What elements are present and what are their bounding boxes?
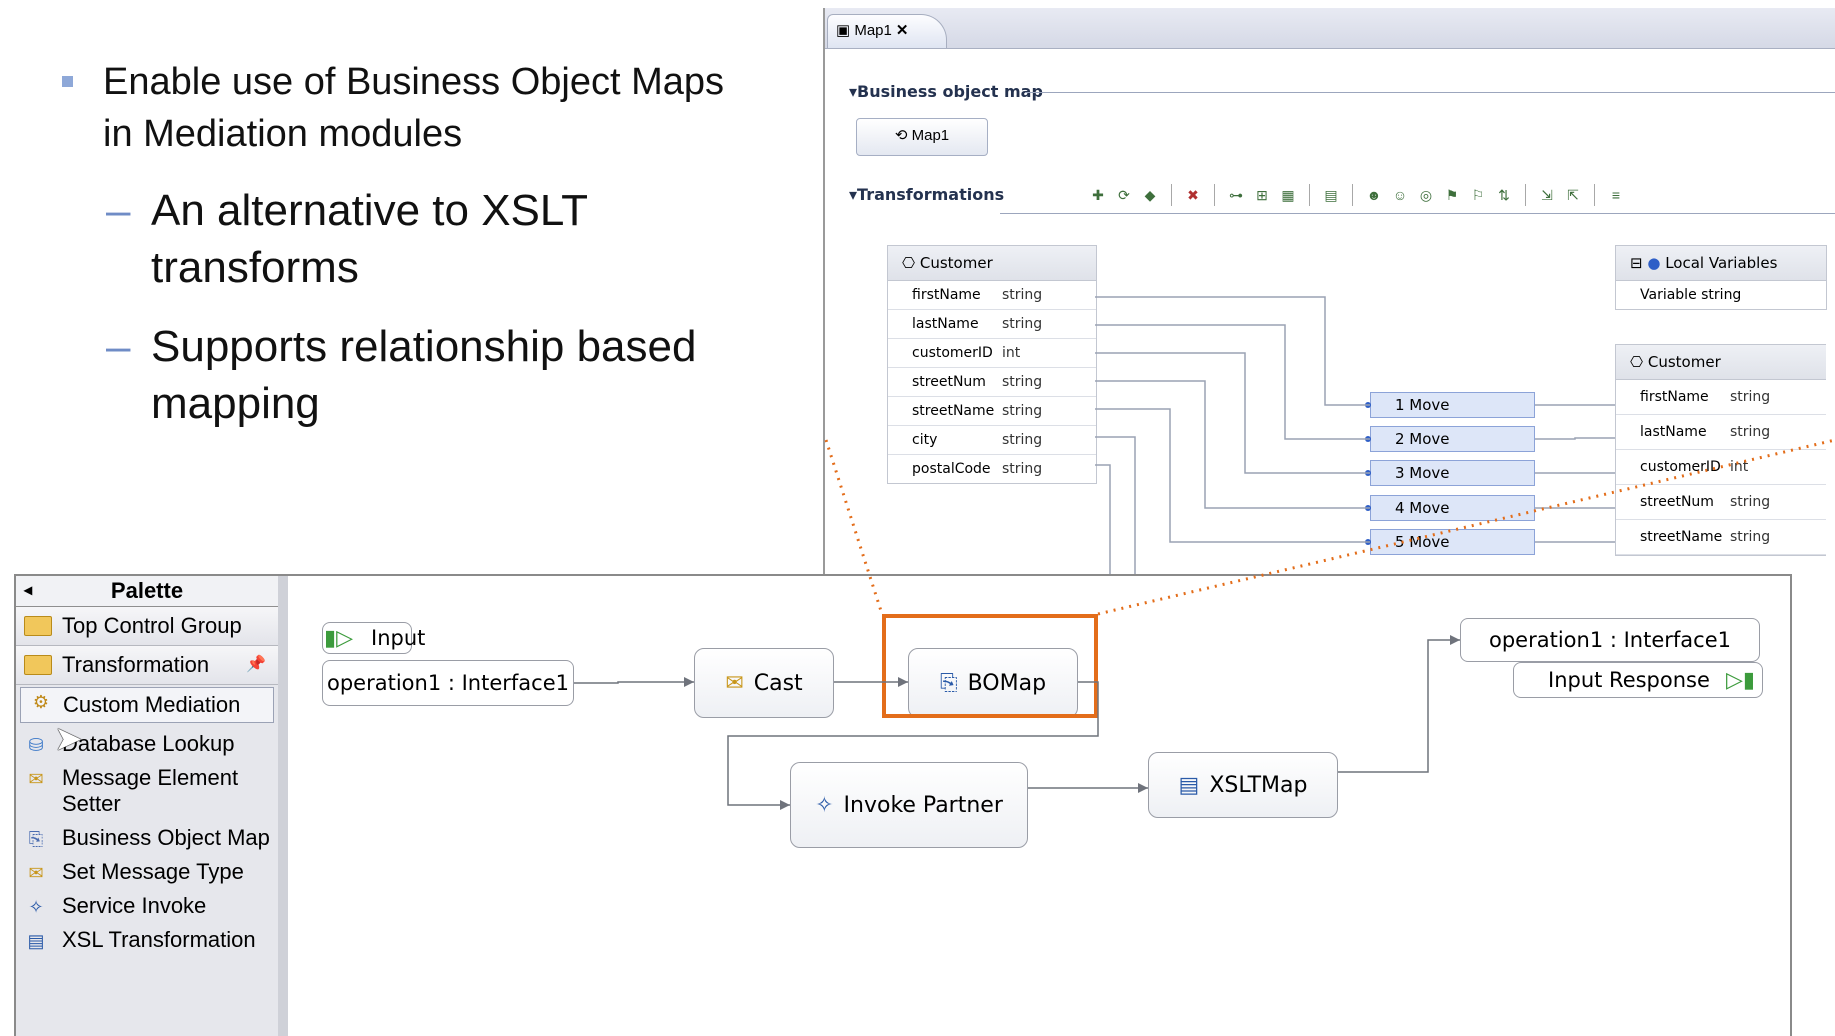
palette-item-label: Database Lookup: [62, 731, 235, 756]
palette-item-label: XSL Transformation: [62, 927, 256, 952]
bullet-main: Enable use of Business Object Maps in Me…: [58, 56, 738, 160]
palette-item-service-invoke[interactable]: ✧ Service Invoke: [16, 893, 278, 919]
sub-bullet: – Supports relationship based mapping: [106, 322, 697, 428]
collapse-arrow-icon[interactable]: ◂: [24, 576, 32, 606]
palette-group-transformation[interactable]: Transformation 📌: [16, 646, 278, 685]
folder-icon: [24, 655, 52, 675]
map-editor-window: ▣ Map1 ✕ ▾Business object map ⟲ Map1 ▾Tra…: [823, 8, 1835, 574]
sub-bullet-text: An alternative to XSLT transforms: [151, 186, 588, 292]
gears-icon: ⚙: [32, 692, 50, 712]
palette-panel: ◂ Palette Top Control Group Transformatio…: [16, 576, 288, 1036]
palette-item-label: Set Message Type: [62, 859, 244, 884]
mouse-cursor-icon: ➤: [54, 720, 83, 758]
bullet-marker: [62, 76, 73, 87]
flow-canvas[interactable]: Input ▮▷ operation1 : Interface1 ✉ Cast ⎘…: [288, 576, 1790, 1036]
map-connections: [1095, 296, 1615, 574]
service-invoke-icon: ✧: [28, 897, 44, 917]
palette-item-set-message-type[interactable]: ✉ Set Message Type: [16, 859, 278, 885]
flow-connections: [574, 635, 1460, 810]
bullet-text: Enable use of Business Object Maps in Me…: [103, 61, 725, 155]
envelope-icon: ✉: [28, 769, 44, 789]
map-icon: ⎘: [28, 829, 44, 849]
palette-group-label: Top Control Group: [62, 613, 242, 638]
database-icon: ⛁: [28, 735, 44, 755]
palette-group-label: Transformation: [62, 652, 210, 677]
mediation-flow-editor: ◂ Palette Top Control Group Transformatio…: [14, 574, 1792, 1036]
palette-item-label: Message Element Setter: [62, 765, 239, 816]
palette-item-label: Service Invoke: [62, 893, 207, 918]
palette-item-label: Custom Mediation: [63, 692, 241, 717]
slide-bullets: Enable use of Business Object Maps in Me…: [58, 56, 738, 432]
sub-bullet: – An alternative to XSLT transforms: [106, 186, 588, 292]
sub-bullet-text: Supports relationship based mapping: [151, 322, 697, 428]
palette-item-xsl-transformation[interactable]: ▤ XSL Transformation: [16, 927, 278, 953]
message-type-icon: ✉: [28, 863, 44, 883]
palette-header: ◂ Palette: [16, 576, 278, 607]
xsl-icon: ▤: [27, 931, 45, 951]
palette-item-label: Business Object Map: [62, 825, 270, 850]
folder-icon: [24, 616, 52, 636]
palette-group-top-control[interactable]: Top Control Group: [16, 607, 278, 646]
palette-title: Palette: [110, 578, 184, 603]
palette-item-message-element-setter[interactable]: ✉ Message Element Setter: [16, 765, 278, 817]
palette-item-custom-mediation[interactable]: ⚙ Custom Mediation: [20, 687, 274, 723]
palette-item-business-object-map[interactable]: ⎘ Business Object Map: [16, 825, 278, 851]
pin-icon[interactable]: 📌: [246, 646, 266, 684]
